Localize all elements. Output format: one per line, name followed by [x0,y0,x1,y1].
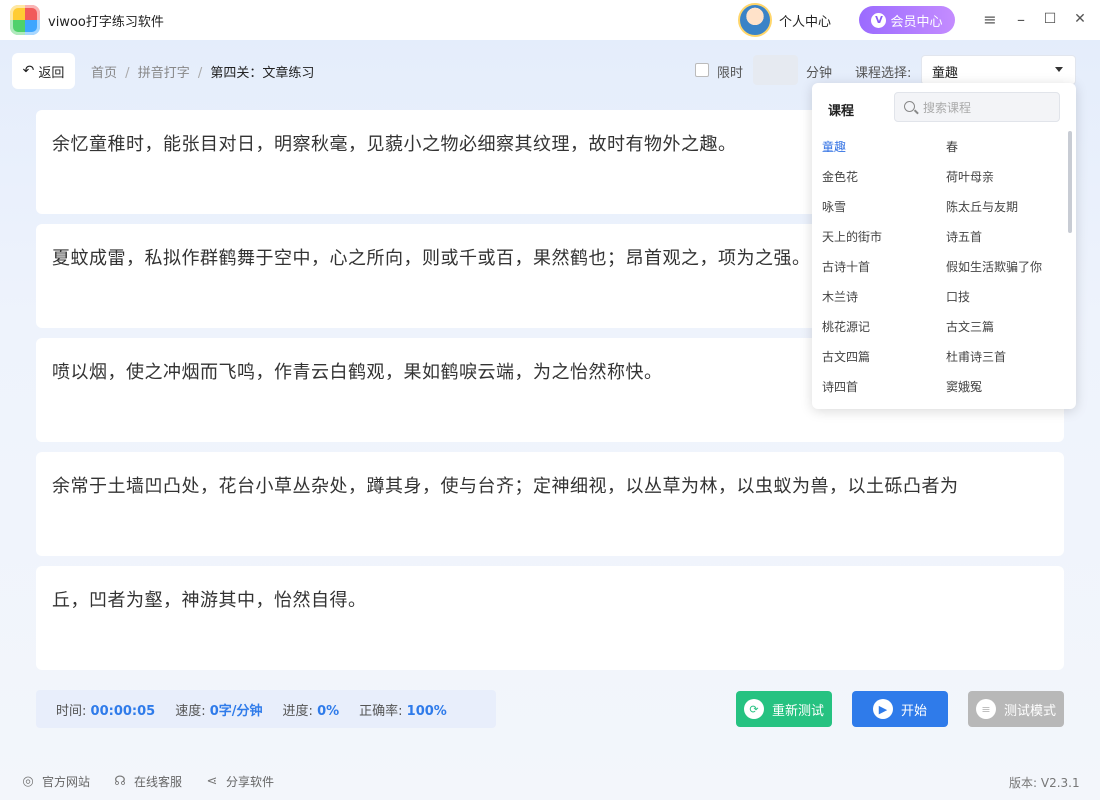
course-search-placeholder: 搜索课程 [923,101,972,115]
share-software-label: 分享软件 [226,775,275,789]
course-item[interactable]: 童趣 [822,134,946,164]
test-mode-label: 测试模式 [1003,703,1056,719]
minutes-label: 分钟 [806,66,833,81]
course-item[interactable]: 古文四篇 [822,344,946,374]
vip-center-label: 会员中心 [890,14,943,30]
breadcrumb-current: 第四关：文章练习 [210,66,315,81]
course-item[interactable]: 荷叶母亲 [946,164,1062,194]
course-list: 童趣 春 金色花 荷叶母亲 咏雪 陈太丘与友期 天上的街市 诗五首 古诗十首 假… [822,134,1062,404]
test-mode-button[interactable]: ≡ 测试模式 [968,691,1064,727]
minutes-input[interactable] [753,55,798,85]
user-center-link[interactable]: 个人中心 [779,11,831,30]
course-item[interactable]: 杜甫诗三首 [946,344,1062,374]
refresh-icon: ⟳ [743,699,764,719]
retest-button[interactable]: ⟳ 重新测试 [736,691,832,727]
retest-label: 重新测试 [771,703,824,719]
text-line-card: 丘，凹者为壑，神游其中，怡然自得。 [36,566,1064,670]
play-icon: ▶ [872,699,893,719]
globe-icon: ◎ [22,774,34,789]
course-item[interactable]: 窦娥冤 [946,374,1062,404]
stat-time: 时间: 00:00:05 [56,700,155,719]
dropdown-scrollbar[interactable] [1068,131,1072,233]
online-support-link[interactable]: ☊ 在线客服 [112,773,182,790]
search-icon [904,101,915,112]
course-search-input[interactable]: 搜索课程 [894,92,1060,122]
headset-icon: ☊ [114,774,126,789]
course-item[interactable]: 咏雪 [822,194,946,224]
stat-progress-value: 0% [317,703,340,719]
share-software-link[interactable]: ⋖ 分享软件 [204,773,274,790]
version-label: 版本: V2.3.1 [1009,776,1080,790]
start-button[interactable]: ▶ 开始 [852,691,948,727]
text-line-card: 余常于土墙凹凸处，花台小草丛杂处，蹲其身，使与台齐；定神细视，以丛草为林，以虫蚁… [36,452,1064,556]
course-item[interactable]: 陈太丘与友期 [946,194,1062,224]
course-item[interactable]: 春 [946,134,1062,164]
course-item[interactable]: 古诗十首 [822,254,946,284]
course-item[interactable]: 诗四首 [822,374,946,404]
close-icon[interactable]: ✕ [1069,8,1091,30]
back-label: 返回 [38,65,65,81]
stat-time-value: 00:00:05 [90,703,156,719]
stat-accuracy-value: 100% [406,703,447,719]
stat-time-label: 时间: [56,703,87,719]
course-select[interactable]: 童趣 [921,55,1076,85]
app-title: viwoo打字练习软件 [48,15,164,30]
stat-progress: 进度: 0% [283,700,340,719]
time-limit-label: 限时 [717,66,744,81]
course-item[interactable]: 金色花 [822,164,946,194]
menu-icon[interactable]: ≡ [979,8,1001,30]
official-website-label: 官方网站 [42,775,91,789]
online-support-label: 在线客服 [134,775,183,789]
minimize-icon[interactable]: – [1010,8,1032,30]
title-bar: viwoo打字练习软件 个人中心 V 会员中心 ≡ – ☐ ✕ [0,0,1100,40]
course-select-label: 课程选择: [855,66,912,81]
vip-center-button[interactable]: V 会员中心 [859,6,955,34]
stat-speed-value: 0字/分钟 [209,703,263,719]
back-arrow-icon: ↶ [22,63,35,79]
chevron-down-icon [1055,67,1063,72]
course-item[interactable]: 假如生活欺骗了你 [946,254,1062,284]
breadcrumb-separator: / [197,66,203,81]
official-website-link[interactable]: ◎ 官方网站 [20,773,90,790]
dropdown-title: 课程 [828,104,855,119]
stat-progress-label: 进度: [282,703,313,719]
course-dropdown: 课程 搜索课程 童趣 春 金色花 荷叶母亲 咏雪 陈太丘与友期 天上的街市 诗五… [812,83,1076,409]
course-item[interactable]: 天上的街市 [822,224,946,254]
course-item[interactable]: 诗五首 [946,224,1062,254]
stat-accuracy-label: 正确率: [359,703,403,719]
app-logo-icon [10,5,40,35]
course-select-value: 童趣 [932,66,959,81]
share-icon: ⋖ [206,774,218,789]
stat-accuracy: 正确率: 100% [359,700,447,719]
course-item[interactable]: 古文三篇 [946,314,1062,344]
maximize-icon[interactable]: ☐ [1039,8,1061,30]
avatar[interactable] [738,3,772,37]
course-item[interactable]: 桃花源记 [822,314,946,344]
breadcrumb-home[interactable]: 首页 [91,66,117,81]
vip-badge-icon: V [871,12,887,28]
time-limit-checkbox[interactable] [695,63,709,77]
course-item[interactable]: 口技 [946,284,1062,314]
stat-speed: 速度: 0字/分钟 [175,700,262,719]
breadcrumb-pinyin[interactable]: 拼音打字 [138,66,190,81]
breadcrumb-separator: / [125,66,130,81]
breadcrumb: 首页 / 拼音打字 / 第四关：文章练习 [91,62,314,81]
back-button[interactable]: ↶ 返回 [12,53,75,89]
course-item[interactable]: 木兰诗 [822,284,946,314]
stat-speed-label: 速度: [175,703,206,719]
list-icon: ≡ [975,699,996,719]
stats-bar: 时间: 00:00:05 速度: 0字/分钟 进度: 0% 正确率: 100% [36,690,496,728]
start-label: 开始 [900,703,927,719]
